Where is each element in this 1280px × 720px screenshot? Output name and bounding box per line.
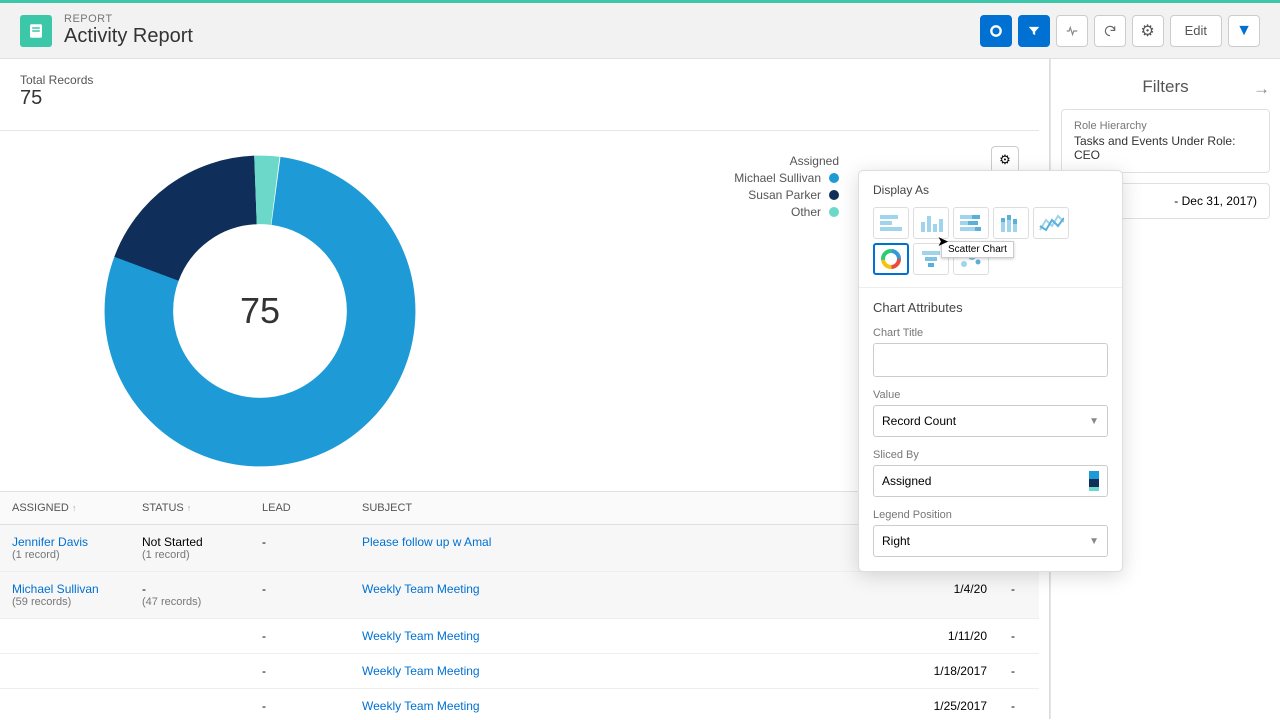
- chart-toggle-button[interactable]: [980, 15, 1012, 47]
- table-row[interactable]: -Weekly Team Meeting1/25/2017-: [0, 689, 1039, 719]
- chart-settings-popover: Display As ➤ Scatter Chart Chart Attribu…: [858, 170, 1123, 572]
- chart-type-stacked-v[interactable]: [993, 207, 1029, 239]
- col-status[interactable]: STATUS↑: [130, 492, 250, 524]
- object-type: REPORT: [64, 13, 193, 25]
- chart-type-bar-h[interactable]: [873, 207, 909, 239]
- chart-type-line[interactable]: [1033, 207, 1069, 239]
- refresh-button[interactable]: [1094, 15, 1126, 47]
- chart-type-tooltip: Scatter Chart: [941, 241, 1014, 258]
- col-subject[interactable]: SUBJECT: [350, 492, 879, 524]
- chart-type-donut[interactable]: [873, 243, 909, 275]
- page-title: Activity Report: [64, 25, 193, 48]
- filter-button[interactable]: [1018, 15, 1050, 47]
- report-icon: [20, 15, 52, 47]
- expand-icon[interactable]: →: [1253, 79, 1270, 99]
- total-label: Total Records: [20, 73, 1019, 87]
- sliced-by-select[interactable]: Assigned: [873, 465, 1108, 497]
- value-select[interactable]: Record Count▼: [873, 405, 1108, 437]
- settings-icon[interactable]: ⚙: [1132, 15, 1164, 47]
- chart-title-input[interactable]: [873, 343, 1108, 377]
- chart-type-bar-v[interactable]: [913, 207, 949, 239]
- total-value: 75: [20, 87, 1019, 110]
- col-lead[interactable]: LEAD: [250, 492, 350, 524]
- edit-button[interactable]: Edit: [1170, 15, 1222, 47]
- table-row[interactable]: -Weekly Team Meeting1/11/20-: [0, 619, 1039, 654]
- report-header: REPORT Activity Report ⚙ Edit ▼: [0, 3, 1280, 59]
- filters-heading: Filters →: [1061, 71, 1270, 109]
- donut-chart: 75: [100, 151, 420, 471]
- col-assigned[interactable]: ASSIGNED↑: [0, 492, 130, 524]
- chart-type-stacked-h[interactable]: [953, 207, 989, 239]
- filter-role[interactable]: Role Hierarchy Tasks and Events Under Ro…: [1061, 109, 1270, 173]
- chart-attributes-heading: Chart Attributes: [859, 288, 1122, 319]
- table-row[interactable]: Michael Sullivan(59 records)-(47 records…: [0, 572, 1039, 619]
- legend-position-select[interactable]: Right▼: [873, 525, 1108, 557]
- table-row[interactable]: -Weekly Team Meeting1/18/2017-: [0, 654, 1039, 689]
- pulse-icon[interactable]: [1056, 15, 1088, 47]
- chart-legend: Assigned Michael Sullivan Susan Parker O…: [734, 151, 839, 222]
- display-as-label: Display As: [873, 183, 1108, 197]
- dropdown-button[interactable]: ▼: [1228, 15, 1260, 47]
- donut-center-value: 75: [240, 290, 280, 332]
